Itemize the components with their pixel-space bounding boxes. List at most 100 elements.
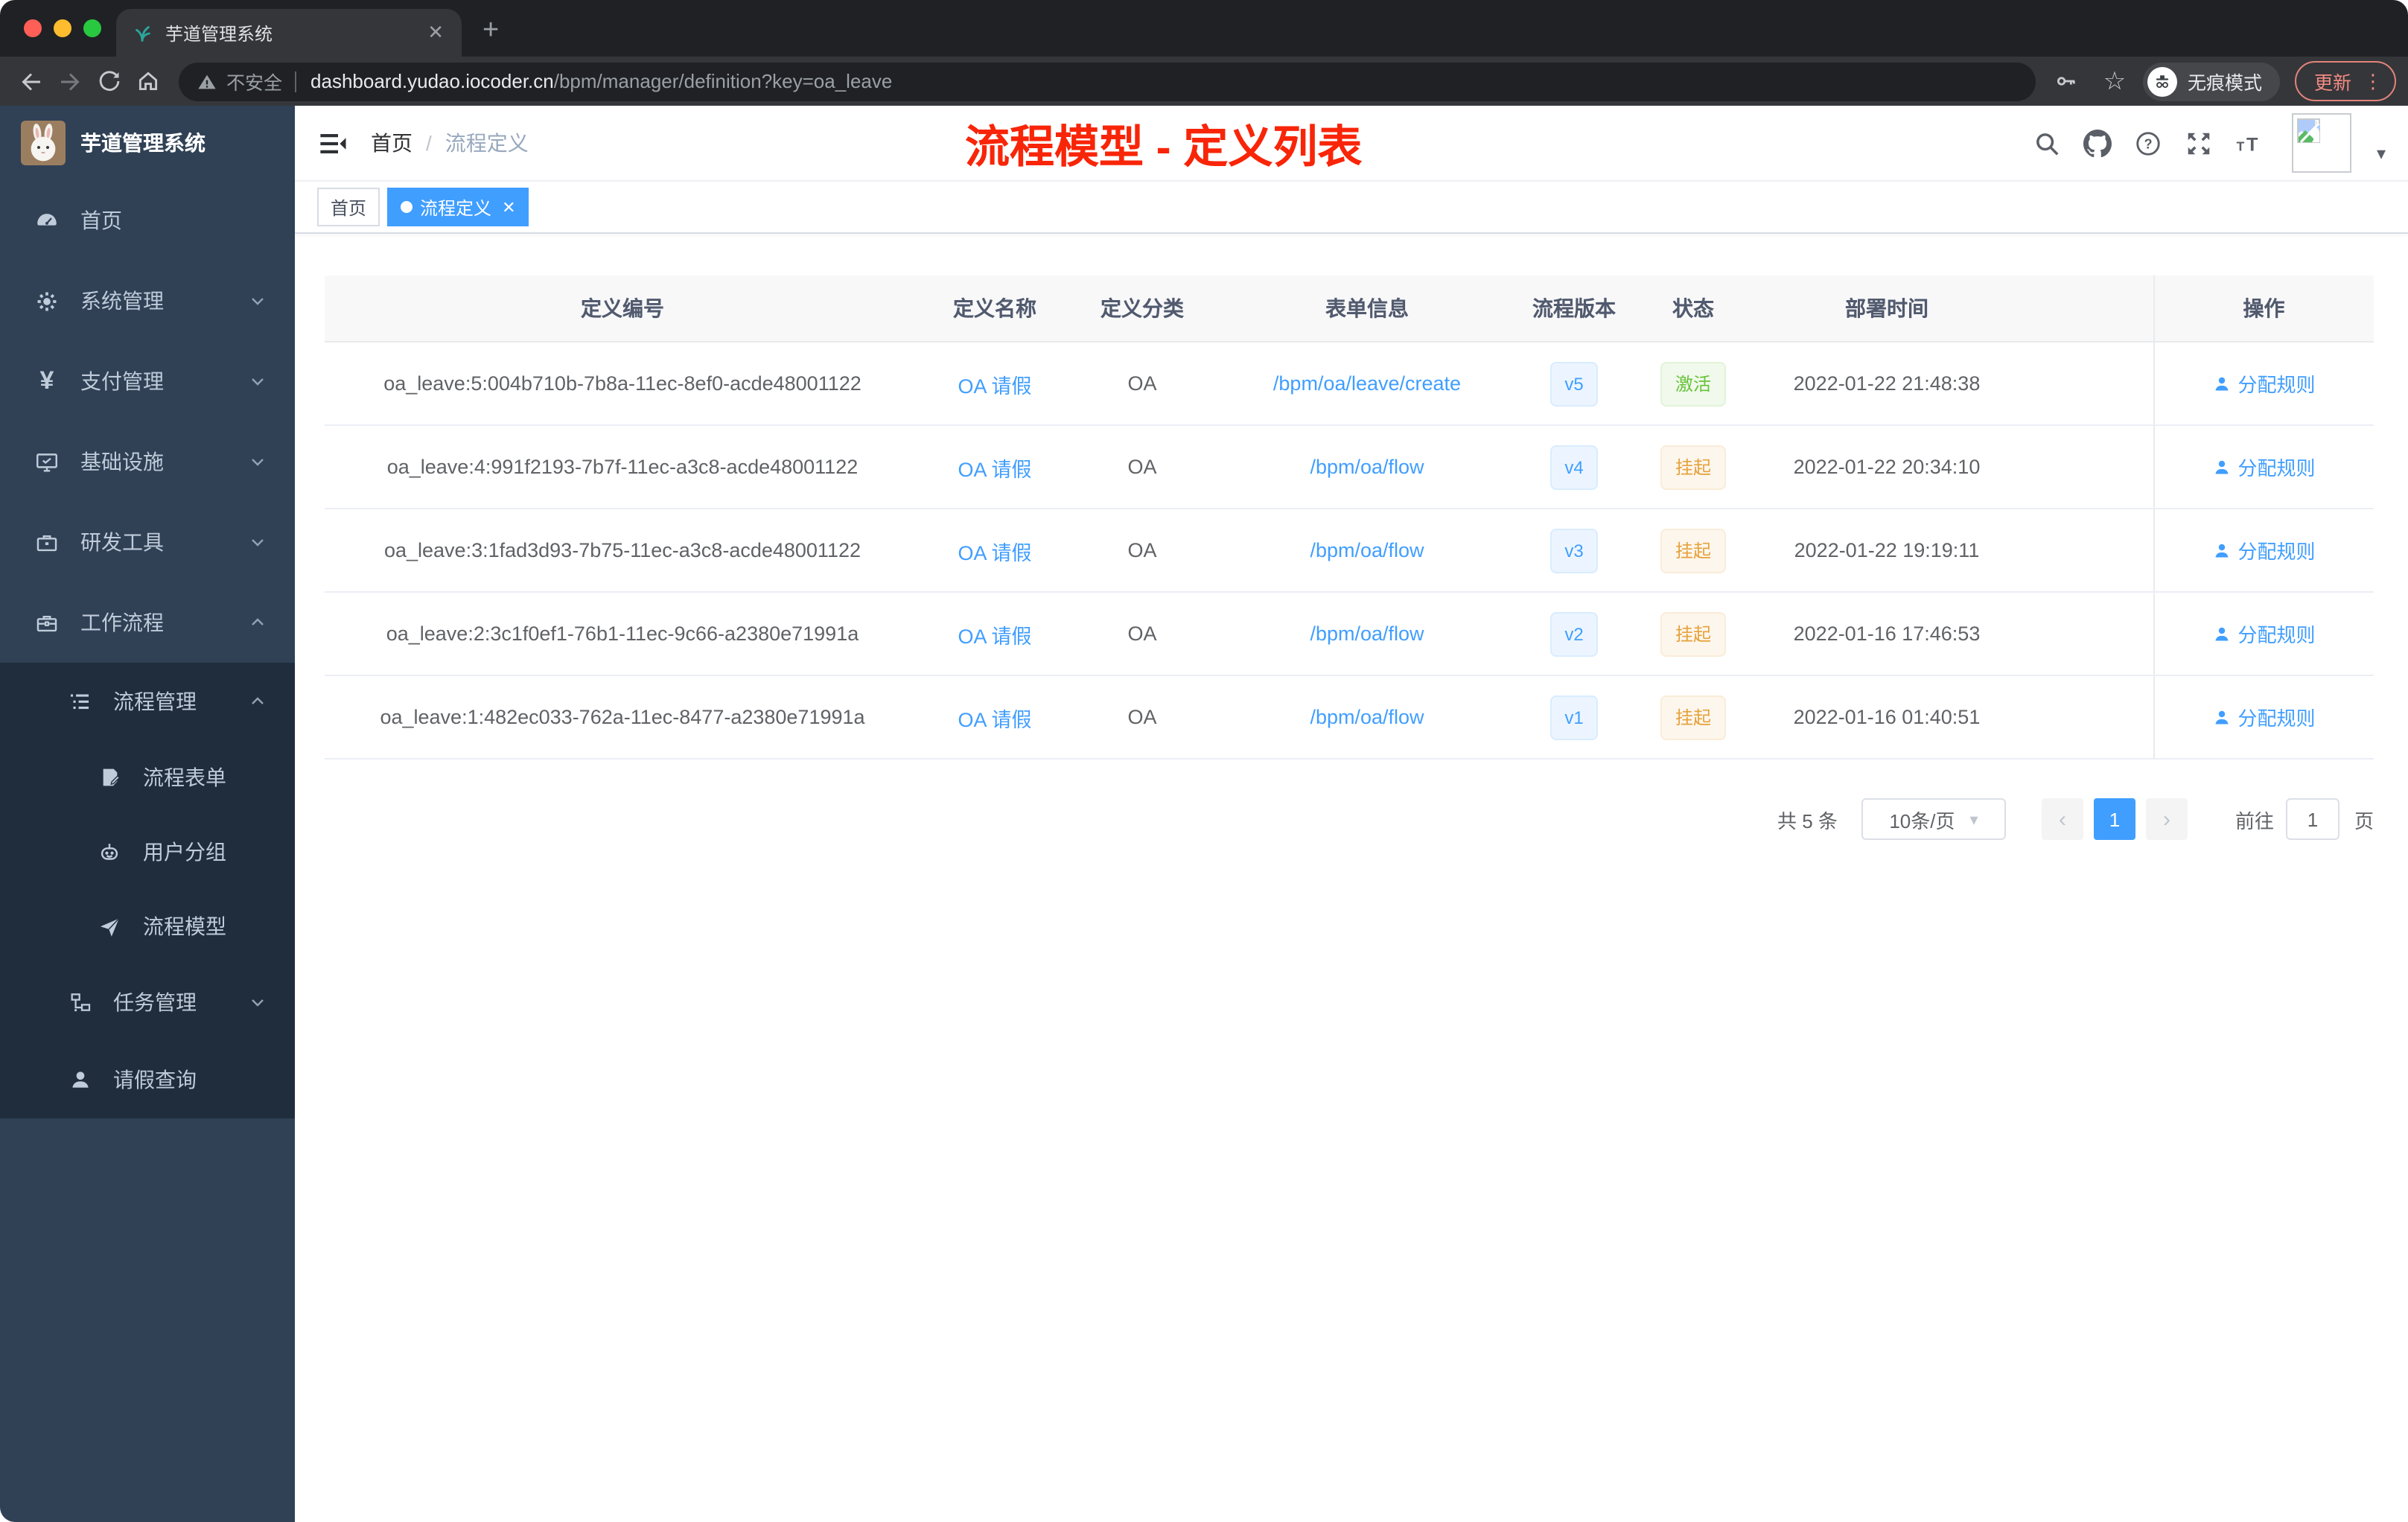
user-icon [2214, 543, 2228, 557]
incognito-label: 无痕模式 [2187, 73, 2262, 94]
col-header-category: 定义分类 [1069, 276, 1215, 343]
close-window-button[interactable] [24, 19, 42, 37]
reload-button[interactable] [89, 62, 128, 101]
sidebar-item-process-model[interactable]: 流程模型 [0, 889, 295, 964]
form-edit-icon [97, 765, 122, 790]
breadcrumb-current: 流程定义 [445, 131, 529, 155]
definition-name-link[interactable]: OA 请假 [958, 708, 1031, 730]
status-badge: 挂起 [1660, 695, 1726, 739]
col-header-form: 表单信息 [1215, 276, 1519, 343]
key-icon[interactable] [2048, 62, 2086, 101]
sidebar-item-infrastructure[interactable]: 基础设施 [0, 421, 295, 502]
status-badge: 挂起 [1660, 528, 1726, 573]
col-header-id: 定义编号 [325, 276, 920, 343]
tag-home[interactable]: 首页 [317, 188, 380, 226]
form-link[interactable]: /bpm/oa/flow [1310, 456, 1424, 478]
sidebar-item-dev-tools[interactable]: 研发工具 [0, 502, 295, 582]
sidebar-item-process-management[interactable]: 流程管理 [0, 663, 295, 740]
breadcrumb-home[interactable]: 首页 [371, 128, 413, 158]
fullscreen-icon[interactable] [2185, 129, 2213, 157]
sidebar-logo[interactable]: 芋道管理系统 [0, 106, 295, 180]
definition-name-link[interactable]: OA 请假 [958, 458, 1031, 480]
browser-menu-icon[interactable]: ⋮ [2363, 69, 2383, 93]
macos-window-controls[interactable] [24, 19, 101, 37]
tab-close-icon[interactable]: ✕ [424, 21, 447, 45]
cell-deploy-time: 2022-01-16 01:40:51 [1757, 675, 2016, 760]
svg-text:T: T [2237, 138, 2245, 153]
app-title: 芋道管理系统 [80, 131, 206, 155]
user-icon [2214, 376, 2228, 390]
user-icon [2214, 459, 2228, 474]
sidebar-item-label: 流程管理 [113, 690, 197, 713]
prev-page-button[interactable]: ‹ [2041, 798, 2083, 840]
goto-page-input[interactable] [2285, 798, 2339, 840]
sidebar-item-leave-query[interactable]: 请假查询 [0, 1041, 295, 1118]
font-size-icon[interactable]: TT [2235, 129, 2264, 157]
assign-rule-link[interactable]: 分配规则 [2212, 620, 2316, 648]
assign-rule-link[interactable]: 分配规则 [2212, 453, 2316, 481]
security-label[interactable]: 不安全 [226, 67, 282, 95]
active-tag-dot [401, 201, 413, 213]
chevron-down-icon [249, 292, 267, 310]
cell-category: OA [1069, 675, 1215, 760]
bookmark-star-icon[interactable]: ☆ [2095, 62, 2134, 101]
cell-deploy-time: 2022-01-22 19:19:11 [1757, 509, 2016, 593]
sidebar-item-workflow[interactable]: 工作流程 [0, 582, 295, 663]
page-size-select[interactable]: 10条/页 ▾ [1861, 798, 2006, 840]
yen-icon: ¥ [39, 366, 54, 395]
sidebar-item-system[interactable]: 系统管理 [0, 261, 295, 341]
table-row: oa_leave:1:482ec033-762a-11ec-8477-a2380… [325, 675, 2374, 760]
paper-plane-icon [97, 914, 122, 939]
assign-rule-link[interactable]: 分配规则 [2212, 369, 2316, 398]
definition-name-link[interactable]: OA 请假 [958, 541, 1031, 564]
tag-process-definition[interactable]: 流程定义 ✕ [387, 188, 529, 226]
cell-id: oa_leave:2:3c1f0ef1-76b1-11ec-9c66-a2380… [325, 592, 920, 676]
sidebar-item-label: 支付管理 [80, 369, 164, 393]
search-icon[interactable] [2033, 129, 2061, 157]
user-icon [67, 1067, 92, 1092]
definition-name-link[interactable]: OA 请假 [958, 625, 1031, 647]
forward-button[interactable] [51, 62, 89, 101]
status-badge: 挂起 [1660, 445, 1726, 489]
assign-rule-link[interactable]: 分配规则 [2212, 536, 2316, 564]
back-button[interactable] [12, 62, 51, 101]
url-text[interactable]: dashboard.yudao.iocoder.cn/bpm/manager/d… [310, 70, 892, 92]
cell-category: OA [1069, 592, 1215, 676]
sidebar-item-task-management[interactable]: 任务管理 [0, 964, 295, 1041]
zoom-window-button[interactable] [83, 19, 101, 37]
browser-tab[interactable]: 芋道管理系统 ✕ [116, 9, 462, 57]
sidebar-item-home[interactable]: 首页 [0, 180, 295, 261]
annotation-title: 流程模型 - 定义列表 [965, 124, 1363, 173]
org-tree-icon [67, 990, 92, 1015]
definition-name-link[interactable]: OA 请假 [958, 375, 1031, 397]
avatar[interactable] [2291, 113, 2351, 173]
user-icon [2214, 710, 2228, 724]
tag-close-icon[interactable]: ✕ [502, 197, 515, 217]
caret-down-icon[interactable]: ▾ [2377, 143, 2386, 164]
home-button[interactable] [128, 62, 167, 101]
col-header-filler [2016, 276, 2153, 343]
browser-toolbar: 不安全 dashboard.yudao.iocoder.cn/bpm/manag… [0, 57, 2408, 106]
form-link[interactable]: /bpm/oa/flow [1310, 706, 1424, 728]
new-tab-button[interactable]: + [482, 10, 499, 52]
chevron-down-icon [249, 533, 267, 551]
browser-update-button[interactable]: 更新 ⋮ [2294, 61, 2396, 101]
chevron-down-icon [249, 453, 267, 471]
form-link[interactable]: /bpm/oa/flow [1310, 623, 1424, 645]
help-icon[interactable]: ? [2134, 129, 2162, 157]
cell-deploy-time: 2022-01-22 20:34:10 [1757, 425, 2016, 509]
sidebar-item-payment[interactable]: ¥ 支付管理 [0, 341, 295, 421]
sidebar-item-user-group[interactable]: 用户分组 [0, 815, 295, 889]
form-link[interactable]: /bpm/oa/leave/create [1273, 372, 1461, 395]
current-page-button[interactable]: 1 [2093, 798, 2135, 840]
version-badge: v1 [1549, 695, 1599, 739]
form-link[interactable]: /bpm/oa/flow [1310, 539, 1424, 561]
workflow-submenu: 流程管理 流程表单 用户分组 流程模型 任务管理 请假查询 [0, 663, 295, 1118]
next-page-button[interactable]: › [2145, 798, 2188, 840]
address-bar[interactable]: 不安全 dashboard.yudao.iocoder.cn/bpm/manag… [179, 62, 2036, 101]
github-icon[interactable] [2083, 129, 2112, 157]
minimize-window-button[interactable] [54, 19, 71, 37]
assign-rule-link[interactable]: 分配规则 [2212, 703, 2316, 731]
hamburger-icon[interactable] [317, 127, 348, 159]
sidebar-item-process-form[interactable]: 流程表单 [0, 740, 295, 815]
